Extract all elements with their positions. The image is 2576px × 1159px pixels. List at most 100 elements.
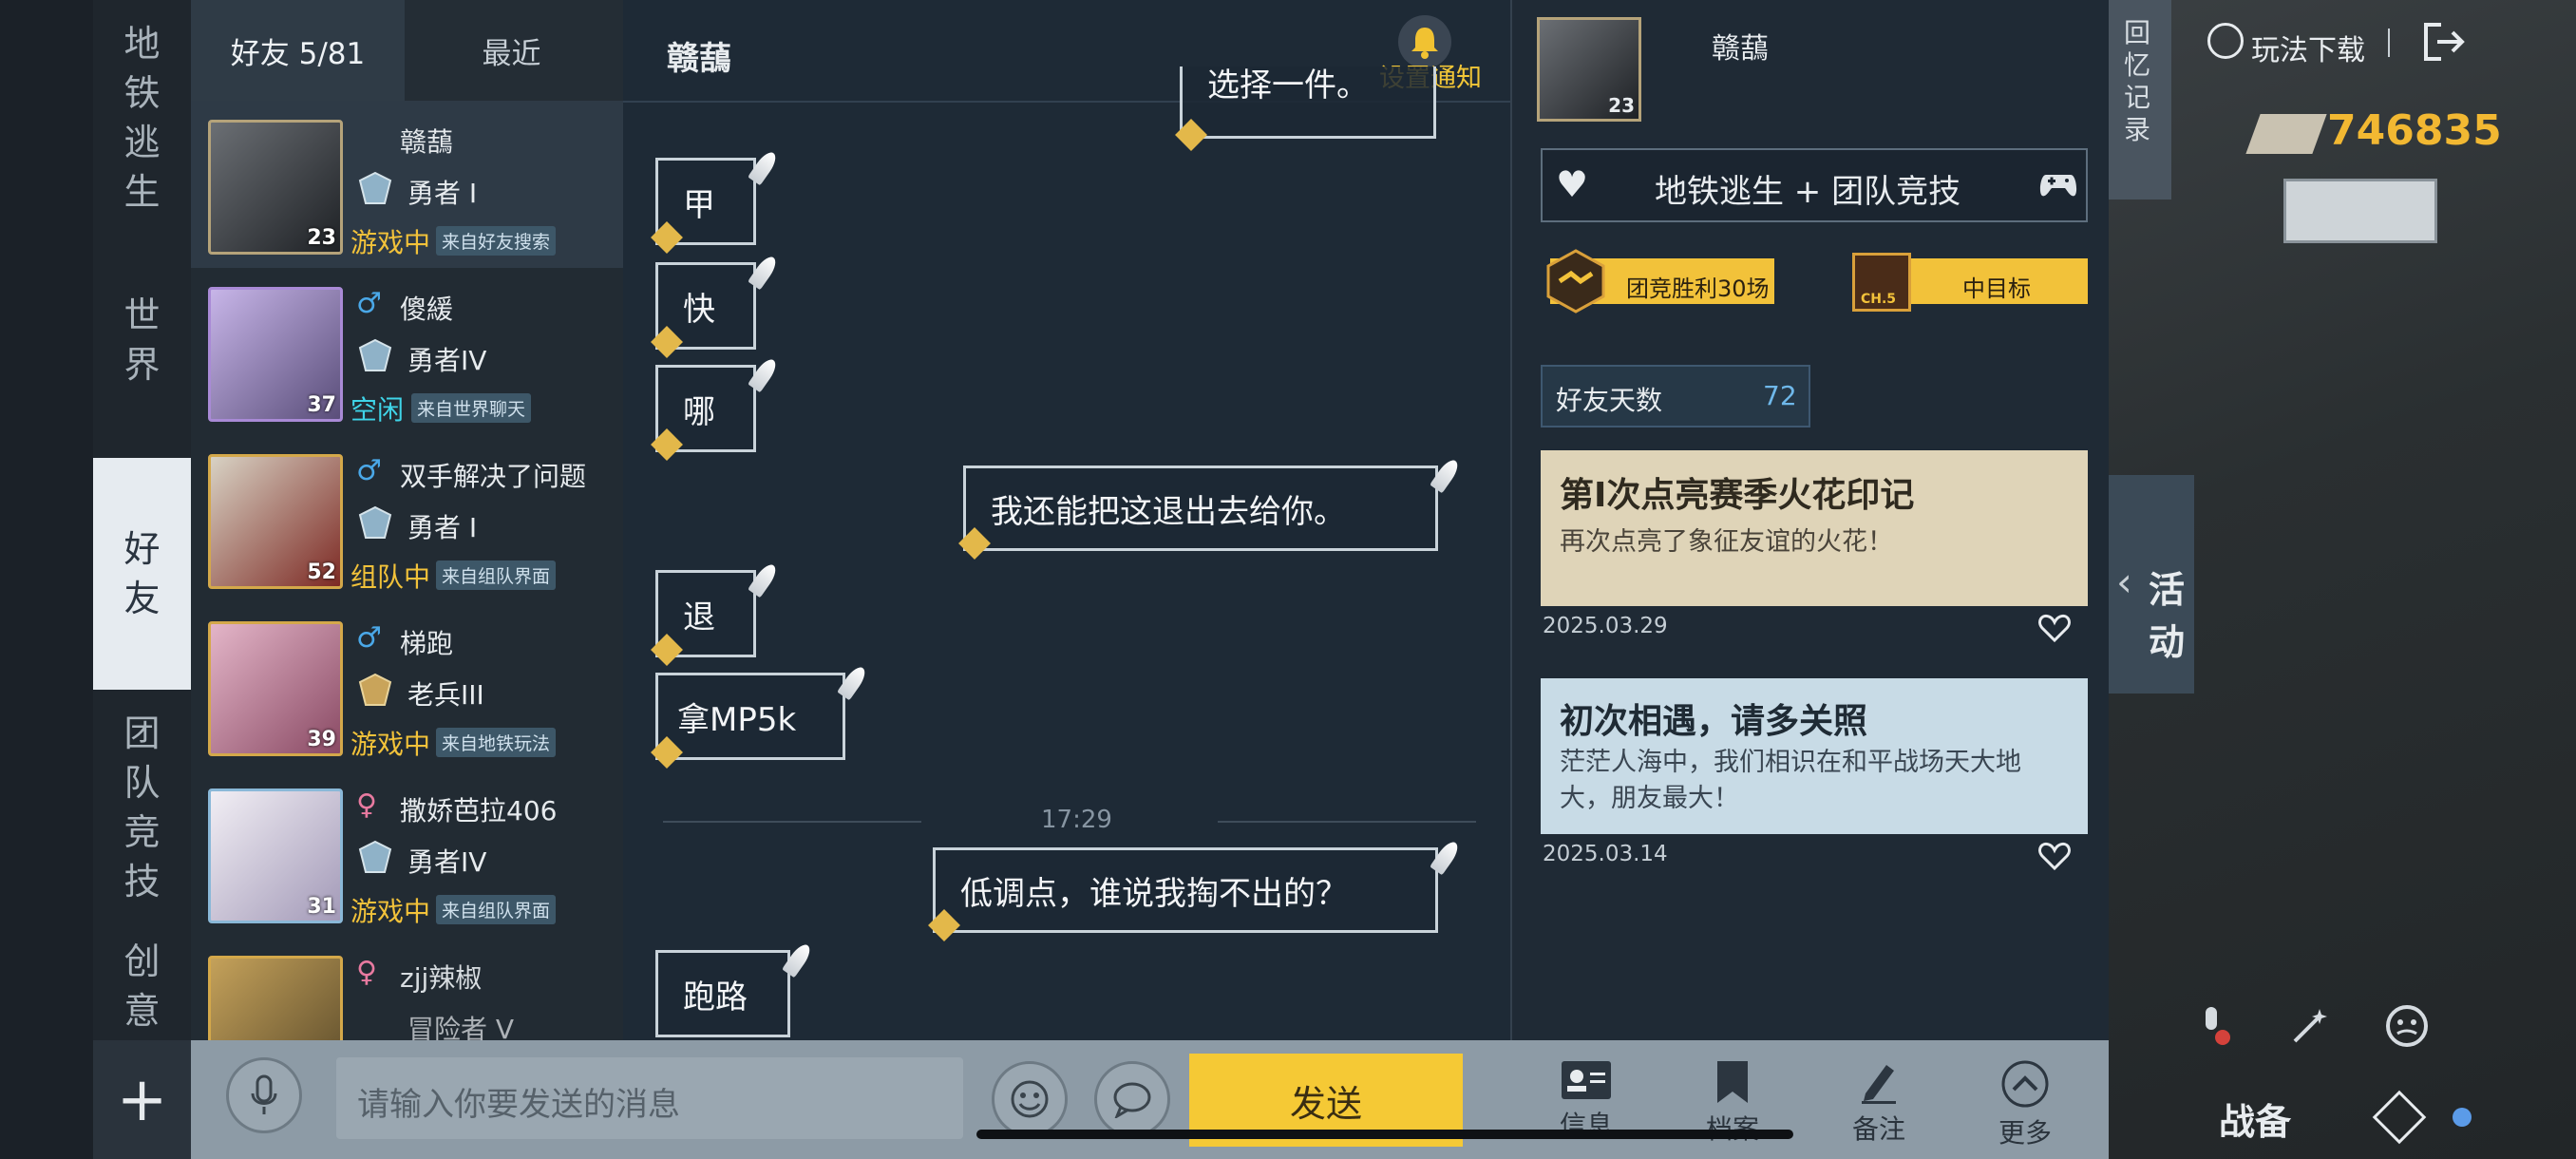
friend-rank: 勇者 I (407, 512, 478, 543)
battle-tab[interactable]: 战备 (2219, 1092, 2291, 1145)
microphone-icon[interactable] (226, 1057, 302, 1133)
friend-source: 来自世界聊天 (411, 393, 532, 423)
add-button[interactable]: + (93, 1040, 191, 1159)
profile-name: 赣䕵 (1712, 32, 1769, 66)
tab-label: 世界 (123, 294, 161, 386)
friend-name: 赣䕵 (400, 126, 454, 158)
memory-record-tab[interactable]: 回忆记录 (2109, 0, 2171, 200)
chapter-icon: CH.5 (1852, 253, 1911, 312)
tab-friends-list[interactable]: 好友 5/81 (191, 0, 405, 101)
message-text: 拿MP5k (677, 700, 797, 739)
like-heart-icon[interactable] (2038, 842, 2071, 870)
mic-muted-icon[interactable] (2194, 1003, 2232, 1049)
avatar: 31 (208, 788, 343, 923)
rank-icon (358, 840, 392, 873)
friend-item[interactable]: ♀ zjj辣椒 冒险者 V (191, 937, 623, 1040)
friend-source: 来自好友搜索 (436, 226, 557, 256)
avatar-level: 23 (307, 226, 336, 250)
friend-item[interactable]: 23 赣䕵 勇者 I 游戏中 来自好友搜索 (191, 101, 623, 268)
friend-status: 组队中 (350, 561, 431, 593)
bottom-bar: + 请输入你要发送的消息 发送 信息 档案 备注 更多 (93, 1040, 2109, 1159)
heart-icon: ♥ (1556, 163, 1589, 205)
tab-label: 创意 (123, 940, 161, 1032)
memory-text: 再次点亮了象征友谊的火花！ (1560, 527, 1893, 557)
friend-item[interactable]: 52 ♂ 双手解决了问题 勇者 I 组队中 来自组队界面 (191, 435, 623, 602)
friend-status: 游戏中 (350, 227, 431, 258)
message-bubble-right: 低调点，谁说我掏不出的？ (933, 847, 1438, 933)
friend-list-panel: 好友 5/81 最近 23 赣䕵 勇者 I 游戏中 来自好友搜索 37 ♂ 傻緩… (191, 0, 625, 1040)
currency-amount: 746835 (2327, 106, 2502, 155)
message-text: 我还能把这退出去给你。 (991, 492, 1346, 531)
timestamp: 17:29 (1041, 806, 1112, 834)
info-button[interactable]: 信息 (1539, 1059, 1634, 1154)
friend-rank: 冒险者 V (407, 1014, 515, 1040)
home-indicator (976, 1130, 1793, 1139)
friend-item[interactable]: 31 ♀ 撒娇芭拉406 勇者IV 游戏中 来自组队界面 (191, 770, 623, 937)
avatar (208, 956, 343, 1040)
magic-wand-icon[interactable] (2289, 1005, 2331, 1047)
action-label: 档案 (1685, 1109, 1780, 1147)
rank-icon (358, 338, 392, 371)
more-button[interactable]: 更多 (1978, 1059, 2073, 1154)
diamond-icon[interactable] (2372, 1090, 2427, 1145)
pencil-icon (1862, 1065, 1896, 1104)
badge-label: 中目标 (1962, 276, 2031, 302)
tab-friends[interactable]: 好友 (93, 458, 191, 690)
friend-name: zjj辣椒 (400, 962, 483, 994)
gamepad-icon (2039, 175, 2077, 197)
profile-avatar[interactable]: 23 (1537, 17, 1641, 122)
memory-date: 2025.03.29 (1543, 614, 1668, 638)
remark-button[interactable]: 备注 (1831, 1059, 1926, 1154)
gender-icon: ♂ (356, 454, 382, 487)
chapter-label: CH.5 (1861, 292, 1897, 307)
tab-metro[interactable]: 地铁逃生 (93, 19, 191, 217)
gender-icon: ♂ (356, 621, 382, 655)
chat-panel: 赣䕵 设置通知 选择一件。 甲 快 哪 我还能把这退出去给你。 退 拿MP5k … (623, 0, 1510, 1040)
id-card-icon (1562, 1061, 1611, 1099)
tab-team[interactable]: 团队竞技 (93, 709, 191, 906)
friend-days-label: 好友天数 (1556, 385, 1663, 416)
event-logo[interactable] (2283, 179, 2437, 243)
rank-icon (358, 505, 392, 539)
emote-icon[interactable] (2384, 1003, 2430, 1049)
action-label: 更多 (1998, 1117, 2052, 1149)
friend-rank: 勇者IV (407, 345, 487, 376)
rank-icon (358, 171, 392, 204)
bookmark-icon (1717, 1061, 1748, 1103)
friend-status: 空闲 (350, 394, 405, 426)
input-placeholder: 请输入你要发送的消息 (357, 1086, 680, 1124)
chat-title: 赣䕵 (667, 40, 731, 78)
message-bubble-left: 拿MP5k (655, 673, 845, 760)
message-text: 甲 (683, 185, 715, 224)
divider (1218, 821, 1476, 823)
memory-card[interactable]: 初次相遇，请多关照 茫茫人海中，我们相识在和平战场天大地大，朋友最大！ (1541, 678, 2088, 834)
archive-button[interactable]: 档案 (1685, 1059, 1780, 1154)
message-input[interactable]: 请输入你要发送的消息 (336, 1057, 963, 1139)
quick-chat-icon[interactable] (1094, 1061, 1170, 1137)
like-heart-icon[interactable] (2038, 614, 2071, 642)
tab-creative[interactable]: 创意 (93, 937, 191, 1032)
badge-label: 团竞胜利30场 (1626, 276, 1770, 302)
download-link[interactable]: 玩法下载 (2251, 27, 2365, 68)
avatar: 52 (208, 454, 343, 589)
gender-icon: ♂ (356, 287, 382, 320)
gender-icon: ♀ (356, 788, 377, 822)
friend-item[interactable]: 39 ♂ 梯跑 老兵III 游戏中 来自地铁玩法 (191, 602, 623, 770)
exit-icon[interactable] (2420, 19, 2466, 65)
memory-card[interactable]: 第I次点亮赛季火花印记 再次点亮了象征友谊的火花！ (1541, 450, 2088, 606)
friend-rank: 勇者IV (407, 846, 487, 878)
emoji-icon[interactable] (992, 1061, 1068, 1137)
friend-item[interactable]: 37 ♂ 傻緩 勇者IV 空闲 来自世界聊天 (191, 268, 623, 435)
action-label: 备注 (1851, 1113, 1905, 1145)
tab-recent[interactable]: 最近 (405, 0, 618, 101)
tab-label: 地铁逃生 (123, 23, 161, 213)
tab-world[interactable]: 世界 (93, 291, 191, 390)
avatar-level: 52 (307, 560, 336, 584)
friend-rank: 勇者 I (407, 178, 478, 209)
friend-profile-panel: 23 赣䕵 ♥ 地铁逃生 + 团队竞技 团竞胜利30场 CH.5 中目标 好友天… (1510, 0, 2111, 1040)
tab-label: 好友 (123, 528, 161, 619)
currency-icon (2245, 114, 2327, 154)
activity-tab[interactable]: ‹ 活动 (2109, 475, 2194, 694)
friend-source: 来自组队界面 (436, 895, 557, 924)
friend-rank: 老兵III (407, 679, 484, 711)
